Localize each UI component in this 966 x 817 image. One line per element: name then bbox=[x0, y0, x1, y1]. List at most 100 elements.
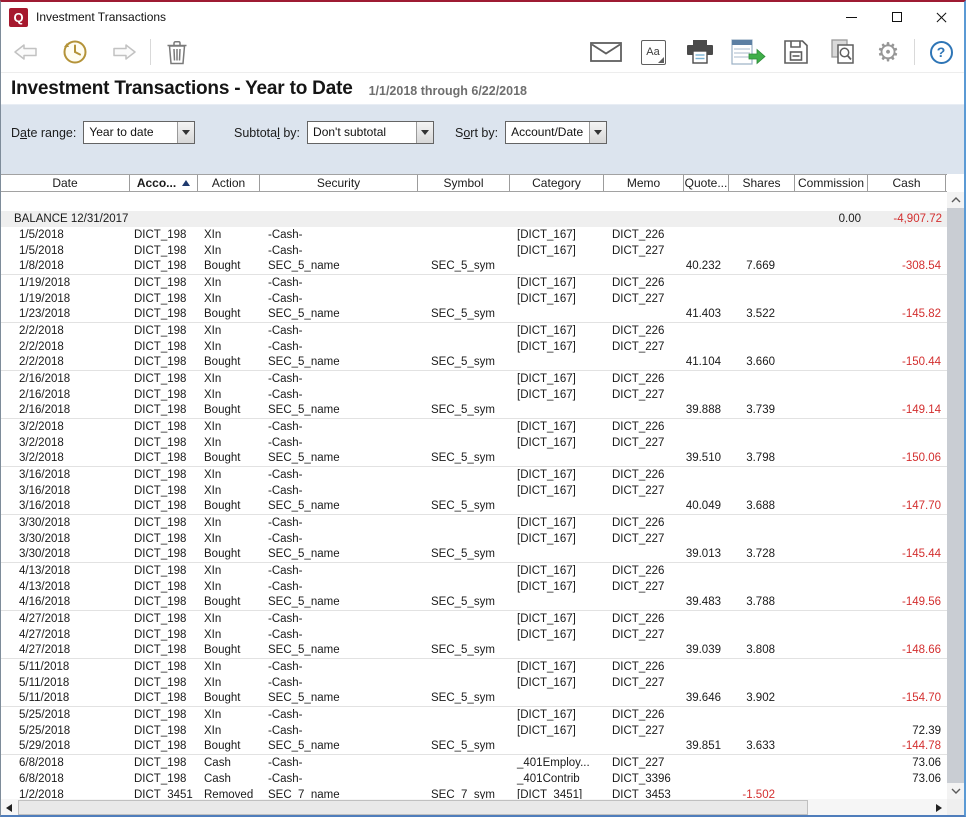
column-header-shares[interactable]: Shares bbox=[729, 175, 795, 191]
table-row[interactable]: 3/2/2018 DICT_198 XIn -Cash- [DICT_167] … bbox=[1, 419, 947, 435]
horizontal-scrollbar-thumb[interactable] bbox=[18, 800, 808, 815]
table-row[interactable]: 3/16/2018 DICT_198 XIn -Cash- [DICT_167]… bbox=[1, 483, 947, 499]
cell-account: DICT_3451 bbox=[130, 787, 198, 799]
column-header-security[interactable]: Security bbox=[260, 175, 418, 191]
subtotal-dropdown-button[interactable] bbox=[416, 122, 433, 143]
table-row[interactable]: 5/11/2018 DICT_198 XIn -Cash- [DICT_167]… bbox=[1, 675, 947, 691]
table-row[interactable]: 2/16/2018 DICT_198 XIn -Cash- [DICT_167]… bbox=[1, 387, 947, 403]
scroll-up-button[interactable] bbox=[947, 192, 964, 208]
forward-button[interactable] bbox=[107, 35, 141, 69]
scroll-right-button[interactable] bbox=[931, 799, 947, 816]
report-title: Investment Transactions - Year to Date bbox=[11, 78, 353, 100]
table-row[interactable]: 3/2/2018 DICT_198 XIn -Cash- [DICT_167] … bbox=[1, 435, 947, 451]
table-row[interactable]: 6/8/2018 DICT_198 Cash -Cash- _401Employ… bbox=[1, 755, 947, 771]
column-header-symbol[interactable]: Symbol bbox=[418, 175, 510, 191]
table-row[interactable]: 4/27/2018 DICT_198 XIn -Cash- [DICT_167]… bbox=[1, 611, 947, 627]
table-row[interactable]: 4/27/2018 DICT_198 Bought SEC_5_name SEC… bbox=[1, 643, 947, 659]
help-button[interactable]: ? bbox=[924, 35, 958, 69]
column-header-date[interactable]: Date bbox=[1, 175, 130, 191]
print-preview-button[interactable] bbox=[826, 35, 860, 69]
print-button[interactable] bbox=[683, 35, 717, 69]
sort-dropdown-button[interactable] bbox=[589, 122, 606, 143]
sort-select[interactable]: Account/Date bbox=[505, 121, 607, 144]
history-button[interactable] bbox=[58, 35, 92, 69]
cell-symbol bbox=[418, 323, 510, 339]
cell-symbol bbox=[418, 659, 510, 675]
save-button[interactable] bbox=[779, 35, 813, 69]
cell-security: -Cash- bbox=[260, 563, 418, 579]
cell-quote bbox=[684, 275, 729, 291]
cell-security: -Cash- bbox=[260, 467, 418, 483]
cell-action: XIn bbox=[198, 435, 260, 451]
table-row[interactable]: 5/11/2018 DICT_198 Bought SEC_5_name SEC… bbox=[1, 691, 947, 707]
table-row[interactable]: 3/30/2018 DICT_198 Bought SEC_5_name SEC… bbox=[1, 547, 947, 563]
subtotal-select[interactable]: Don't subtotal bbox=[307, 121, 434, 144]
cell-memo: DICT_227 bbox=[604, 675, 684, 691]
cell-commission bbox=[795, 435, 868, 451]
table-row[interactable]: 1/23/2018 DICT_198 Bought SEC_5_name SEC… bbox=[1, 307, 947, 323]
table-row[interactable]: 3/30/2018 DICT_198 XIn -Cash- [DICT_167]… bbox=[1, 531, 947, 547]
table-row[interactable]: 5/29/2018 DICT_198 Bought SEC_5_name SEC… bbox=[1, 739, 947, 755]
vertical-scrollbar-thumb[interactable] bbox=[947, 208, 964, 783]
table-row[interactable]: 2/2/2018 DICT_198 XIn -Cash- [DICT_167] … bbox=[1, 323, 947, 339]
table-row[interactable]: 5/25/2018 DICT_198 XIn -Cash- [DICT_167]… bbox=[1, 723, 947, 739]
column-header-memo[interactable]: Memo bbox=[604, 175, 684, 191]
table-row[interactable]: 1/5/2018 DICT_198 XIn -Cash- [DICT_167] … bbox=[1, 227, 947, 243]
delete-button[interactable] bbox=[160, 35, 194, 69]
column-header-account[interactable]: Acco... bbox=[130, 175, 198, 191]
balance-row[interactable]: BALANCE 12/31/2017 0.00 -4,907.72 bbox=[1, 211, 947, 227]
cell-security: -Cash- bbox=[260, 611, 418, 627]
back-button[interactable] bbox=[9, 35, 43, 69]
chevron-down-icon bbox=[182, 130, 190, 135]
table-row[interactable]: 1/5/2018 DICT_198 XIn -Cash- [DICT_167] … bbox=[1, 243, 947, 259]
cell-memo: DICT_226 bbox=[604, 419, 684, 435]
scroll-down-button[interactable] bbox=[947, 783, 964, 799]
table-row[interactable]: 4/13/2018 DICT_198 XIn -Cash- [DICT_167]… bbox=[1, 579, 947, 595]
table-row[interactable]: 2/2/2018 DICT_198 XIn -Cash- [DICT_167] … bbox=[1, 339, 947, 355]
table-row[interactable]: 5/11/2018 DICT_198 XIn -Cash- [DICT_167]… bbox=[1, 659, 947, 675]
table-row[interactable]: 1/8/2018 DICT_198 Bought SEC_5_name SEC_… bbox=[1, 259, 947, 275]
table-row[interactable]: 4/16/2018 DICT_198 Bought SEC_5_name SEC… bbox=[1, 595, 947, 611]
balance-label: BALANCE 12/31/2017 bbox=[1, 211, 796, 227]
table-row[interactable]: 2/16/2018 DICT_198 Bought SEC_5_name SEC… bbox=[1, 403, 947, 419]
horizontal-scrollbar[interactable] bbox=[1, 799, 947, 816]
column-header-action[interactable]: Action bbox=[198, 175, 260, 191]
table-row[interactable]: 3/2/2018 DICT_198 Bought SEC_5_name SEC_… bbox=[1, 451, 947, 467]
column-header-category[interactable]: Category bbox=[510, 175, 604, 191]
maximize-button[interactable] bbox=[874, 2, 919, 32]
fonts-button[interactable]: Aa bbox=[636, 35, 670, 69]
table-row[interactable]: 1/2/2018 DICT_3451 Removed SEC_7_name SE… bbox=[1, 787, 947, 799]
column-header-commission[interactable]: Commission bbox=[795, 175, 868, 191]
cell-action: Removed bbox=[198, 787, 260, 799]
table-row[interactable]: 1/19/2018 DICT_198 XIn -Cash- [DICT_167]… bbox=[1, 275, 947, 291]
table-row[interactable]: 6/8/2018 DICT_198 Cash -Cash- _401Contri… bbox=[1, 771, 947, 787]
vertical-scrollbar[interactable] bbox=[947, 192, 964, 799]
scroll-left-button[interactable] bbox=[1, 799, 17, 816]
cell-cash: -150.44 bbox=[868, 355, 946, 370]
cell-memo: DICT_227 bbox=[604, 291, 684, 307]
cell-security: -Cash- bbox=[260, 515, 418, 531]
table-row[interactable]: 3/30/2018 DICT_198 XIn -Cash- [DICT_167]… bbox=[1, 515, 947, 531]
cell-memo: DICT_226 bbox=[604, 227, 684, 243]
export-button[interactable] bbox=[730, 35, 766, 69]
table-row[interactable]: 3/16/2018 DICT_198 XIn -Cash- [DICT_167]… bbox=[1, 467, 947, 483]
cell-category bbox=[510, 403, 604, 418]
close-button[interactable] bbox=[919, 2, 964, 32]
table-row[interactable]: 2/16/2018 DICT_198 XIn -Cash- [DICT_167]… bbox=[1, 371, 947, 387]
table-row[interactable]: 3/16/2018 DICT_198 Bought SEC_5_name SEC… bbox=[1, 499, 947, 515]
table-row[interactable]: 1/19/2018 DICT_198 XIn -Cash- [DICT_167]… bbox=[1, 291, 947, 307]
table-row[interactable]: 4/27/2018 DICT_198 XIn -Cash- [DICT_167]… bbox=[1, 627, 947, 643]
cell-category: _401Employ... bbox=[510, 755, 604, 771]
cell-commission bbox=[795, 339, 868, 355]
email-button[interactable] bbox=[589, 35, 623, 69]
settings-button[interactable]: ⚙ bbox=[871, 35, 905, 69]
table-row[interactable]: 4/13/2018 DICT_198 XIn -Cash- [DICT_167]… bbox=[1, 563, 947, 579]
column-header-quote[interactable]: Quote... bbox=[684, 175, 729, 191]
table-row[interactable]: 2/2/2018 DICT_198 Bought SEC_5_name SEC_… bbox=[1, 355, 947, 371]
table-row[interactable]: 5/25/2018 DICT_198 XIn -Cash- [DICT_167]… bbox=[1, 707, 947, 723]
minimize-button[interactable] bbox=[829, 2, 874, 32]
column-header-cash[interactable]: Cash bbox=[868, 175, 946, 191]
date-range-select[interactable]: Year to date bbox=[83, 121, 195, 144]
cell-action: XIn bbox=[198, 531, 260, 547]
date-range-dropdown-button[interactable] bbox=[177, 122, 194, 143]
